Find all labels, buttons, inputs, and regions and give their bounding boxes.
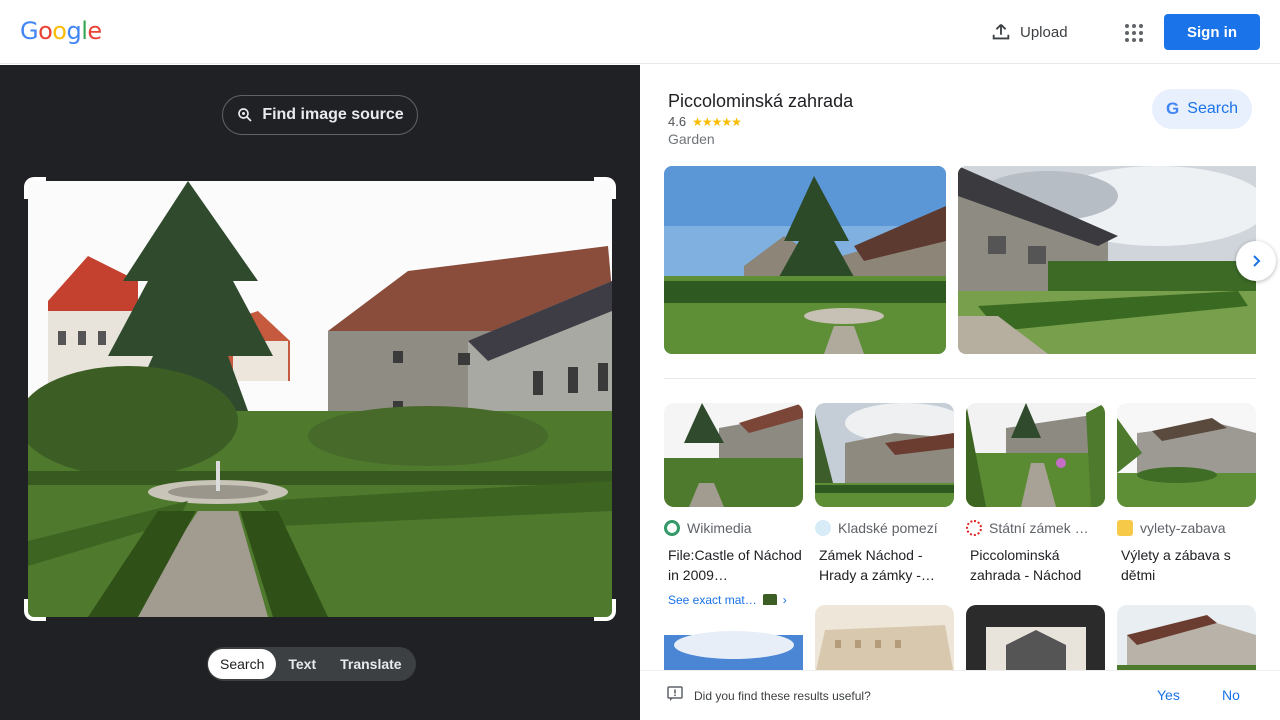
result-thumbnail bbox=[966, 403, 1105, 507]
apps-grid-icon[interactable] bbox=[1118, 18, 1146, 46]
feedback-no-button[interactable]: No bbox=[1222, 687, 1240, 703]
result-source-name: Kladské pomezí bbox=[838, 520, 938, 536]
feedback-bar: Did you find these results useful? Yes N… bbox=[640, 670, 1280, 720]
chevron-right-icon bbox=[1253, 255, 1261, 267]
result-card[interactable]: vylety-zabava Výlety a zábava s dětmi bbox=[1117, 403, 1256, 585]
place-photo-1[interactable] bbox=[664, 166, 946, 354]
upload-button[interactable]: Upload bbox=[990, 18, 1068, 46]
result-card[interactable]: Kladské pomezí Zámek Náchod - Hrady a zá… bbox=[815, 403, 954, 585]
result-title[interactable]: Piccolominská zahrada - Náchod bbox=[966, 545, 1105, 585]
results-panel: Piccolominská zahrada 4.6 ★★★★★ Garden G… bbox=[640, 65, 1280, 720]
result-thumbnail bbox=[815, 403, 954, 507]
crop-handle-top-right[interactable] bbox=[594, 177, 616, 199]
section-divider bbox=[664, 378, 1256, 379]
place-title[interactable]: Piccolominská zahrada bbox=[668, 91, 853, 112]
selection-frame[interactable] bbox=[24, 177, 616, 621]
logo-letter: G bbox=[20, 17, 39, 45]
feedback-yes-button[interactable]: Yes bbox=[1157, 687, 1180, 703]
tab-translate[interactable]: Translate bbox=[328, 649, 413, 679]
result-source: Státní zámek … bbox=[966, 520, 1105, 536]
lens-mode-tabs: Search Text Translate bbox=[207, 647, 416, 681]
kladske-pomezi-icon bbox=[815, 520, 831, 536]
result-thumbnail-row2[interactable] bbox=[1117, 605, 1256, 675]
find-image-source-label: Find image source bbox=[262, 106, 404, 123]
result-thumbnail-row2[interactable] bbox=[966, 605, 1105, 675]
feedback-question: Did you find these results useful? bbox=[694, 689, 871, 703]
sign-in-button[interactable]: Sign in bbox=[1164, 14, 1260, 50]
result-title[interactable]: File:Castle of Náchod in 2009… bbox=[664, 545, 803, 585]
wikimedia-icon bbox=[664, 520, 680, 536]
tab-search[interactable]: Search bbox=[208, 649, 277, 679]
crop-handle-bottom-right[interactable] bbox=[594, 599, 616, 621]
rating-stars-icon: ★★★★★ bbox=[692, 114, 742, 129]
crop-handle-top-left[interactable] bbox=[24, 177, 46, 199]
result-card[interactable]: Státní zámek … Piccolominská zahrada - N… bbox=[966, 403, 1105, 585]
search-label: Search bbox=[1187, 100, 1238, 117]
lens-search-icon bbox=[238, 108, 252, 122]
result-thumbnail bbox=[664, 403, 803, 507]
tab-text[interactable]: Text bbox=[276, 649, 328, 679]
result-source-name: Státní zámek … bbox=[989, 520, 1089, 536]
result-title[interactable]: Zámek Náchod - Hrady a zámky -… bbox=[815, 545, 954, 585]
upload-icon bbox=[992, 24, 1010, 40]
top-bar: Google Upload Sign in bbox=[0, 0, 1280, 64]
google-g-icon: G bbox=[1166, 99, 1180, 118]
logo-letter: e bbox=[87, 17, 102, 45]
lens-image-panel: Find image source Search Text Translate bbox=[0, 65, 640, 720]
google-logo[interactable]: Google bbox=[20, 17, 102, 45]
place-rating: 4.6 ★★★★★ bbox=[668, 114, 742, 129]
logo-letter: g bbox=[66, 17, 82, 45]
place-type: Garden bbox=[668, 131, 715, 147]
result-title[interactable]: Výlety a zábava s dětmi bbox=[1117, 545, 1256, 585]
result-source-name: Wikimedia bbox=[687, 520, 752, 536]
rating-value: 4.6 bbox=[668, 114, 687, 129]
next-images-button[interactable] bbox=[1236, 241, 1276, 281]
query-image bbox=[28, 181, 612, 617]
result-thumbnail bbox=[1117, 403, 1256, 507]
crop-handle-bottom-left[interactable] bbox=[24, 599, 46, 621]
vylety-zabava-icon bbox=[1117, 520, 1133, 536]
result-source-name: vylety-zabava bbox=[1140, 520, 1226, 536]
result-thumbnail-row2[interactable] bbox=[664, 605, 803, 675]
google-search-button[interactable]: G Search bbox=[1152, 89, 1252, 129]
upload-label: Upload bbox=[1020, 23, 1068, 41]
find-image-source-button[interactable]: Find image source bbox=[222, 95, 418, 135]
logo-letter: o bbox=[52, 17, 67, 45]
logo-letter: o bbox=[38, 17, 53, 45]
result-thumbnail-row2[interactable] bbox=[815, 605, 954, 675]
result-source: Kladské pomezí bbox=[815, 520, 954, 536]
place-photo-2[interactable] bbox=[958, 166, 1256, 354]
result-card[interactable]: Wikimedia File:Castle of Náchod in 2009…… bbox=[664, 403, 803, 607]
statni-zamek-icon bbox=[966, 520, 982, 536]
result-source: Wikimedia bbox=[664, 520, 803, 536]
feedback-icon bbox=[667, 686, 683, 701]
result-source: vylety-zabava bbox=[1117, 520, 1256, 536]
